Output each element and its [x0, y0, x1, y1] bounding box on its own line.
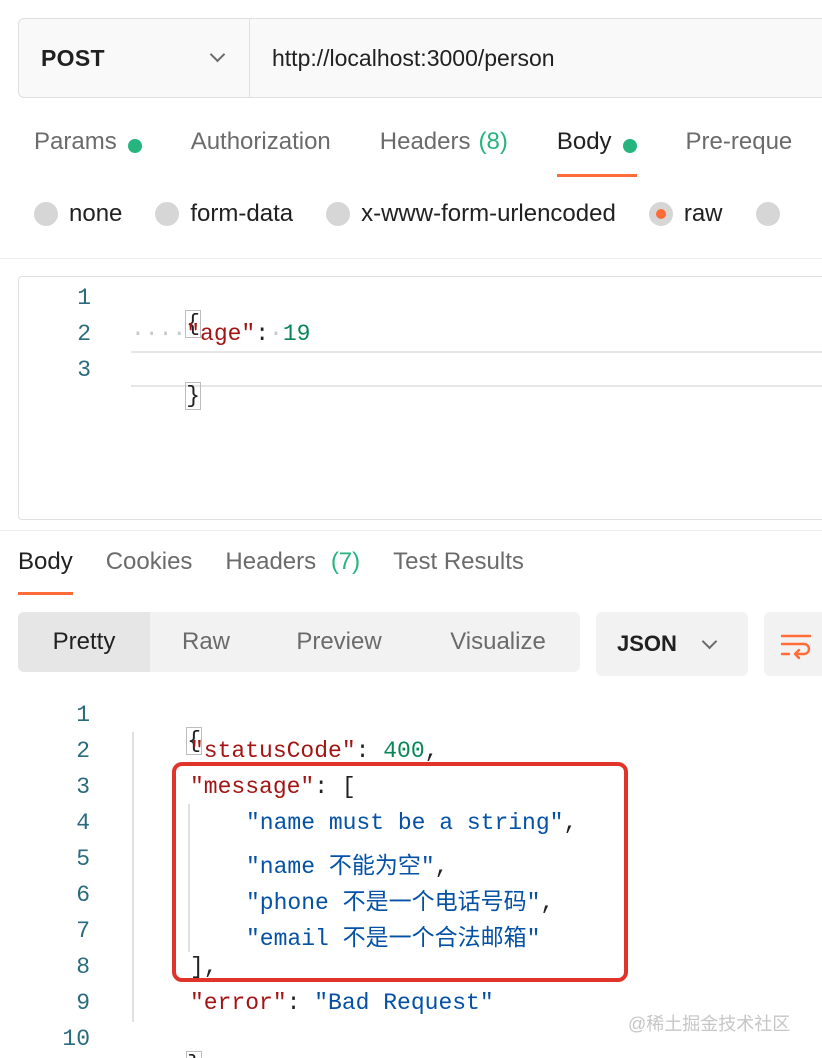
json-string: "Bad Request": [314, 990, 494, 1016]
format-label: JSON: [617, 631, 677, 656]
view-pretty-button[interactable]: Pretty: [18, 612, 150, 672]
view-mode-group: Pretty Raw Preview Visualize: [18, 612, 580, 672]
tab-label: Authorization: [190, 128, 331, 155]
tab-label: Test Results: [393, 548, 524, 575]
request-bar: POST http://localhost:3000/person: [18, 18, 822, 98]
request-body-editor[interactable]: 1 2 3 { ····"age":·19 }: [18, 276, 822, 520]
radio-urlencoded[interactable]: x-www-form-urlencoded: [326, 200, 616, 228]
radio-form-data[interactable]: form-data: [155, 200, 293, 228]
code-line: ····"age":·19: [131, 321, 310, 347]
tab-pre-request-script[interactable]: Pre-reque: [686, 128, 793, 180]
json-key: "statusCode": [190, 738, 356, 764]
radio-icon: [34, 202, 58, 226]
wrap-lines-icon: [780, 634, 812, 660]
whitespace-marker: ····: [131, 321, 187, 347]
tab-label: Headers: [225, 548, 317, 575]
annotation-highlight-box: [172, 762, 628, 982]
code-line: "error": "Bad Request": [190, 990, 494, 1016]
watermark: @稀土掘金技术社区: [628, 1014, 791, 1034]
radio-label: none: [69, 200, 123, 227]
method-select[interactable]: POST: [19, 19, 250, 97]
tab-authorization[interactable]: Authorization: [191, 128, 331, 180]
line-number: 7: [76, 918, 90, 944]
tab-response-body[interactable]: Body: [18, 548, 73, 596]
tab-test-results[interactable]: Test Results: [393, 548, 524, 596]
radio-label: raw: [683, 200, 723, 227]
colon: :: [255, 321, 270, 347]
radio-raw[interactable]: raw: [648, 200, 723, 228]
line-number: 2: [76, 738, 90, 764]
code-line: }: [131, 357, 202, 435]
line-number: 3: [76, 774, 90, 800]
method-label: POST: [41, 44, 105, 71]
colon: :: [355, 738, 384, 764]
tab-headers[interactable]: Headers (8): [380, 128, 508, 180]
whitespace-marker: ·: [269, 321, 283, 347]
view-preview-button[interactable]: Preview: [262, 612, 416, 672]
divider: [0, 530, 822, 531]
radio-binary[interactable]: [755, 200, 791, 228]
line-number: 9: [76, 990, 90, 1016]
button-label: Visualize: [450, 628, 546, 655]
line-number: 3: [77, 357, 91, 383]
radio-label: form-data: [190, 200, 294, 227]
tab-label: Body: [18, 548, 73, 575]
json-number: 19: [282, 321, 311, 347]
tab-response-headers[interactable]: Headers (7): [225, 548, 360, 596]
active-line-highlight: [131, 351, 822, 387]
headers-count: (8): [478, 128, 508, 155]
radio-icon: [755, 202, 780, 226]
url-input[interactable]: http://localhost:3000/person: [250, 19, 555, 97]
line-number: 5: [76, 846, 90, 872]
line-number: 6: [76, 882, 90, 908]
radio-icon: [155, 202, 180, 226]
headers-count: (7): [330, 548, 361, 575]
close-brace: }: [185, 382, 202, 410]
tab-label: Headers: [379, 128, 471, 155]
tab-cookies[interactable]: Cookies: [106, 548, 193, 596]
line-number: 2: [77, 321, 91, 347]
view-visualize-button[interactable]: Visualize: [416, 612, 580, 672]
radio-icon: [326, 202, 351, 226]
radio-none[interactable]: none: [34, 200, 122, 228]
line-number: 10: [62, 1026, 90, 1052]
divider: [0, 258, 822, 259]
tab-params[interactable]: Params: [34, 128, 142, 180]
view-raw-button[interactable]: Raw: [150, 612, 262, 672]
radio-label: x-www-form-urlencoded: [361, 200, 616, 227]
chevron-down-icon: [701, 633, 718, 650]
json-number: 400: [383, 738, 425, 764]
response-tabs: Body Cookies Headers (7) Test Results: [18, 548, 557, 596]
json-key: "error": [190, 990, 287, 1016]
code-line: }: [132, 1026, 203, 1058]
line-number: 1: [77, 285, 91, 311]
body-type-options: none form-data x-www-form-urlencoded raw: [34, 200, 822, 228]
tab-label: Body: [556, 128, 612, 155]
status-dot-icon: [127, 139, 142, 153]
code-line: "statusCode": 400,: [190, 738, 438, 764]
request-tabs: Params Authorization Headers (8) Body Pr…: [34, 128, 822, 180]
tab-label: Cookies: [105, 548, 193, 575]
wrap-lines-button[interactable]: [764, 612, 822, 676]
tab-body[interactable]: Body: [556, 128, 637, 180]
status-dot-icon: [622, 139, 637, 153]
radio-selected-icon: [648, 202, 673, 226]
json-key: "age": [186, 321, 256, 347]
line-number: 4: [76, 810, 90, 836]
format-select[interactable]: JSON: [596, 612, 748, 676]
line-number: 8: [76, 954, 90, 980]
line-number: 1: [76, 702, 90, 728]
tab-label: Pre-reque: [685, 128, 793, 155]
colon: :: [286, 990, 315, 1016]
button-label: Raw: [181, 628, 230, 655]
button-label: Preview: [296, 628, 382, 655]
close-brace: }: [186, 1051, 203, 1058]
button-label: Pretty: [52, 628, 116, 655]
comma: ,: [424, 738, 439, 764]
tab-label: Params: [34, 128, 117, 155]
chevron-down-icon: [209, 46, 226, 63]
